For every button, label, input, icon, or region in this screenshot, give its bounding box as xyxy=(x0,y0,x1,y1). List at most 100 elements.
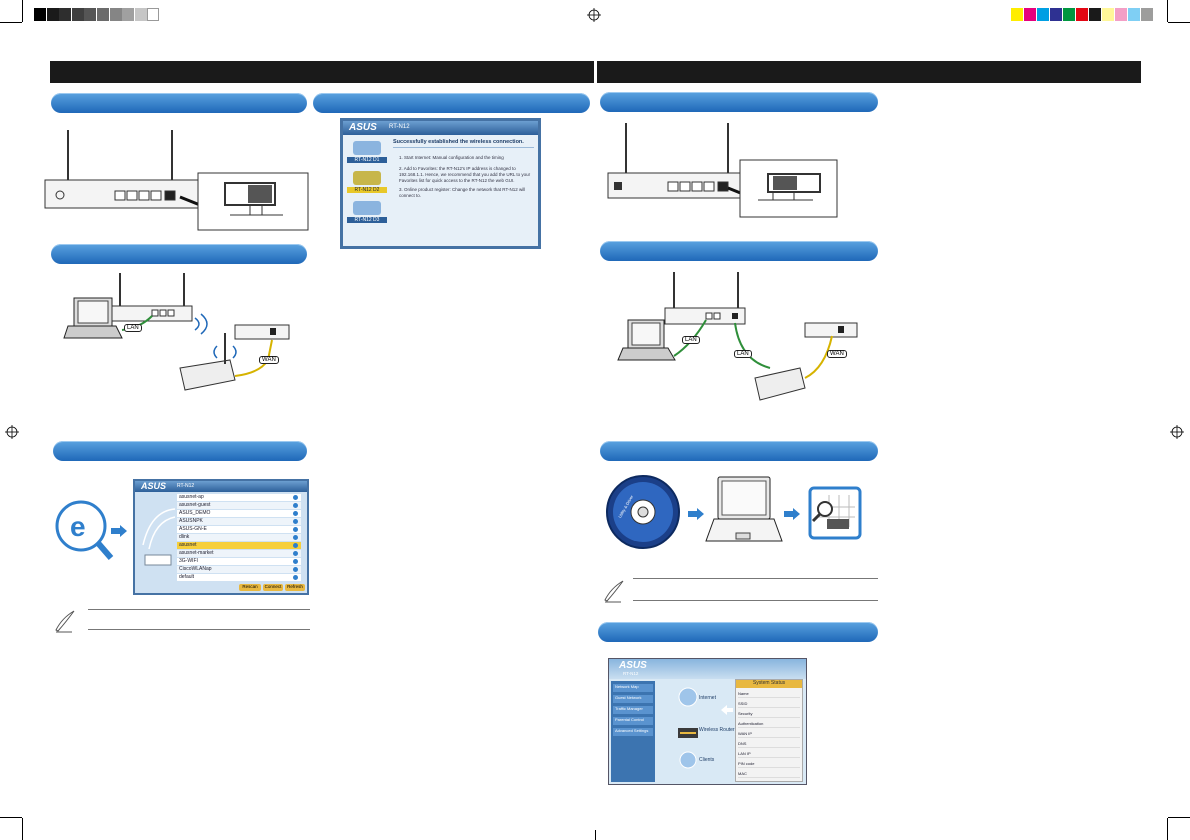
crop-mark xyxy=(1168,22,1190,23)
gui-field-label: SSID xyxy=(738,701,800,708)
step: 1. Start Internet: Manual configuration … xyxy=(399,155,504,160)
network-row[interactable]: 3G-WIFI xyxy=(177,558,301,565)
device-label: RT-N12 D3 xyxy=(347,217,387,223)
wireless-success-screen: ASUS RT-N12 RT-N12 D1 RT-N12 D2 RT-N12 D… xyxy=(340,118,541,249)
gui-field-label: LAN IP xyxy=(738,751,800,758)
arrow-icon xyxy=(688,508,704,520)
network-row[interactable]: CiscoWLANap xyxy=(177,566,301,573)
gray-swatch xyxy=(59,8,72,21)
gray-swatch xyxy=(34,8,46,21)
crop-mark xyxy=(22,818,23,840)
model-label: RT-N12 xyxy=(389,124,410,130)
network-row[interactable]: asusnet-market xyxy=(177,550,301,557)
network-row[interactable]: ASUS_DEMO xyxy=(177,510,301,517)
section-pill xyxy=(313,93,590,113)
network-row[interactable]: asusnet-guest xyxy=(177,502,301,509)
connection-diagram-right xyxy=(617,272,858,401)
signal-icon xyxy=(293,559,298,564)
color-swatch xyxy=(1050,8,1062,21)
signal-icon xyxy=(293,503,298,508)
device-label: RT-N12 D2 xyxy=(347,187,387,193)
step: 2. Add to Favorites: the RT-N12's IP add… xyxy=(399,166,531,183)
connect-button[interactable]: Connect xyxy=(263,584,283,591)
color-swatch xyxy=(1089,8,1101,21)
section-pill xyxy=(598,622,878,642)
map-label: Wireless Router xyxy=(699,727,735,733)
laptop-icon xyxy=(705,476,783,542)
gui-sidebar-item[interactable]: Guest Network xyxy=(613,695,653,703)
arrow-icon xyxy=(784,508,800,520)
section-pill xyxy=(600,241,878,261)
asus-logo: ASUS xyxy=(141,481,167,491)
gui-field-label: Security xyxy=(738,711,800,718)
headline: Successfully established the wireless co… xyxy=(393,139,524,145)
color-swatch xyxy=(1102,8,1114,21)
network-row[interactable]: dlink xyxy=(177,534,301,541)
signal-icon xyxy=(293,511,298,516)
signal-icon xyxy=(293,543,298,548)
connection-diagram-left xyxy=(63,273,290,391)
wan-label: WAN xyxy=(259,356,279,364)
network-ssid: ASUS_DEMO xyxy=(179,510,211,516)
network-ssid: asusnet xyxy=(179,542,197,548)
gui-sidebar-item[interactable]: Network Map xyxy=(613,684,653,692)
map-label: Clients xyxy=(699,757,715,763)
svg-text:e: e xyxy=(70,511,86,542)
gray-swatch xyxy=(97,8,109,21)
gui-field-label: WAN IP xyxy=(738,731,800,738)
color-swatch xyxy=(1063,8,1075,21)
gui-field-label: MAC xyxy=(738,771,800,778)
gui-field-label: Name xyxy=(738,691,800,698)
signal-icon xyxy=(293,519,298,524)
network-row[interactable]: default xyxy=(177,574,301,581)
gui-field-label: DNS xyxy=(738,741,800,748)
lan-label: LAN xyxy=(682,336,700,344)
gray-swatch xyxy=(122,8,135,21)
network-ssid: asusnet-market xyxy=(179,550,214,556)
router-rear-illustration xyxy=(44,130,309,231)
signal-icon xyxy=(293,527,298,532)
router-setup-icon xyxy=(808,486,862,540)
gui-sidebar-item[interactable]: Advanced Settings xyxy=(613,728,653,736)
arrow-icon xyxy=(111,525,127,537)
section-pill xyxy=(600,92,878,112)
refresh-button[interactable]: Refresh xyxy=(285,584,305,591)
gui-field-label: Authentication xyxy=(738,721,800,728)
signal-icon xyxy=(293,575,298,580)
note-rule xyxy=(88,629,310,630)
ie-magnifier-icon: e xyxy=(53,498,114,560)
network-row[interactable]: asusnet xyxy=(177,542,301,549)
crop-mark xyxy=(0,817,22,818)
gui-sidebar-item[interactable]: Traffic Manager xyxy=(613,706,653,714)
signal-icon xyxy=(293,551,298,556)
network-ssid: ASUSNPK xyxy=(179,518,203,524)
network-row[interactable]: ASUS-GN-E xyxy=(177,526,301,533)
gray-swatch xyxy=(147,8,160,21)
status-panel: System Status Name SSID Security Authentica… xyxy=(735,679,803,782)
network-ssid: dlink xyxy=(179,534,190,540)
note-rule xyxy=(88,609,310,610)
rescan-button[interactable]: Rescan xyxy=(239,584,261,591)
signal-icon xyxy=(293,535,298,540)
network-row[interactable]: ASUSNPK xyxy=(177,518,301,525)
screen-header: ASUS RT-N12 xyxy=(343,121,538,135)
color-swatch xyxy=(1141,8,1153,21)
color-swatch xyxy=(1128,8,1140,21)
site-survey-screen: ASUS RT-N12 Rescan Connect Refresh asusn… xyxy=(133,479,309,595)
model-label: RT-N12 xyxy=(623,671,639,676)
crop-mark xyxy=(1168,817,1190,818)
color-swatch xyxy=(1011,8,1023,21)
crop-mark xyxy=(595,830,596,840)
crop-mark xyxy=(0,22,22,23)
gui-sidebar-item[interactable]: Parental Control xyxy=(613,717,653,725)
color-swatch xyxy=(1076,8,1088,21)
network-row[interactable]: asusnet-ap xyxy=(177,494,301,501)
gui-sidebar: Network Map Guest Network Traffic Manager P… xyxy=(611,681,655,782)
notepad-icon xyxy=(604,580,624,603)
color-swatch xyxy=(1037,8,1049,21)
header-bar-left xyxy=(50,61,594,83)
section-pill xyxy=(51,244,307,264)
asus-logo: ASUS xyxy=(619,660,647,671)
step: 3. Online product register: Change the n… xyxy=(399,187,526,198)
color-swatch xyxy=(1115,8,1127,21)
